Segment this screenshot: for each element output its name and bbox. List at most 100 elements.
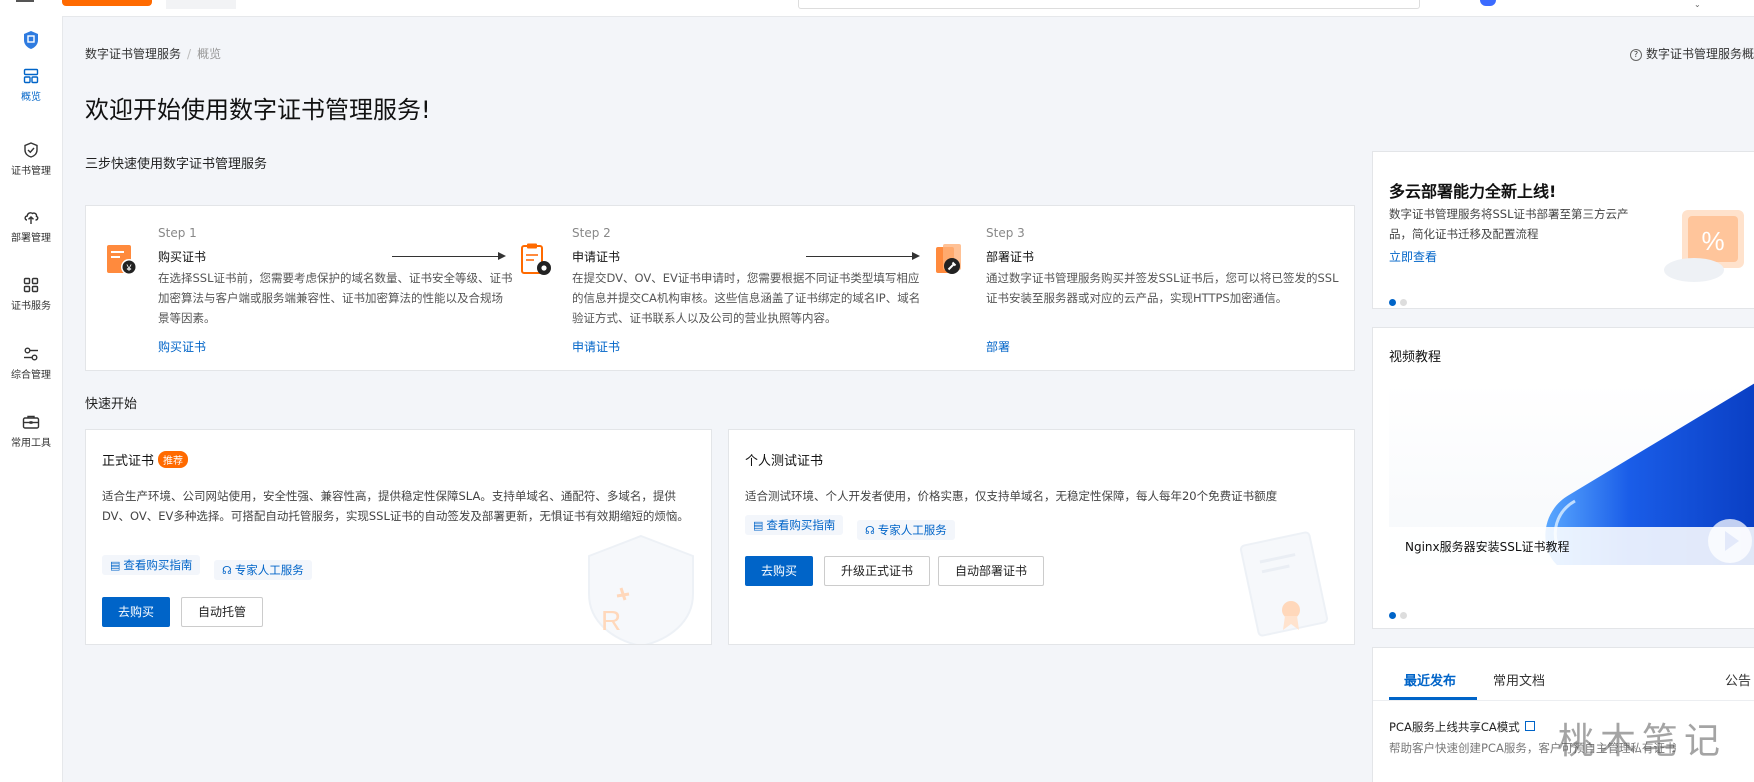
- certificate-illustration-icon: [1239, 531, 1329, 637]
- breadcrumb-root[interactable]: 数字证书管理服务: [85, 47, 181, 61]
- steps-card: ¥ Step 1 购买证书 在选择SSL证书前，您需要考虑保护的域名数量、证书安…: [85, 205, 1355, 371]
- carousel-dot[interactable]: [1389, 612, 1396, 619]
- breadcrumb-current: 概览: [197, 47, 222, 61]
- view-now-link[interactable]: 立即查看: [1389, 248, 1437, 265]
- svg-text:¥: ¥: [125, 263, 132, 273]
- test-buy-button[interactable]: 去购买: [745, 556, 814, 586]
- shield-illustration-icon: R: [588, 534, 694, 644]
- discount-illustration-icon: %: [1664, 210, 1744, 282]
- purchase-guide-link[interactable]: ▤ 查看购买指南: [102, 555, 201, 575]
- deploy-certificate-icon: [936, 244, 961, 274]
- expert-service-link[interactable]: ☊ 专家人工服务: [857, 520, 955, 540]
- purchase-guide-link[interactable]: ▤ 查看购买指南: [745, 515, 844, 535]
- test-certificate-description: 适合测试环境、个人开发者使用，价格实惠，仅支持单域名，无稳定性保障，每人每年20…: [745, 489, 1278, 503]
- chevron-down-icon[interactable]: ⌄: [1694, 0, 1701, 9]
- promo-title: 多云部署能力全新上线!: [1389, 182, 1557, 201]
- step-1: ¥ Step 1 购买证书 在选择SSL证书前，您需要考虑保护的域名数量、证书安…: [86, 206, 513, 372]
- promo-description: 数字证书管理服务将SSL证书部署至第三方云产品，简化证书迁移及配置流程: [1389, 207, 1629, 241]
- sidebar-item-cert-services[interactable]: 证书服务: [0, 277, 62, 312]
- sidebar-item-label: 概览: [21, 92, 41, 103]
- sidebar-item-overview[interactable]: 概览: [0, 68, 62, 103]
- tab-announcements[interactable]: 公告: [1725, 670, 1751, 689]
- buy-certificate-link[interactable]: 购买证书: [158, 338, 206, 355]
- step-title: 部署证书: [986, 250, 1035, 264]
- top-bar: ⌄: [0, 0, 1754, 17]
- test-certificate-card: 个人测试证书 适合测试环境、个人开发者使用，价格实惠，仅支持单域名，无稳定性保障…: [728, 429, 1355, 645]
- step-3: Step 3 部署证书 通过数字证书管理服务购买并签发SSL证书后，您可以将已签…: [914, 206, 1339, 372]
- promo-carousel-dots: [1389, 291, 1411, 308]
- logo[interactable]: [62, 0, 152, 6]
- toolbox-icon: [22, 415, 40, 429]
- product-logo[interactable]: [0, 30, 62, 50]
- svg-text:%: %: [1701, 226, 1724, 256]
- news-item[interactable]: PCA服务上线共享CA模式: [1389, 719, 1535, 735]
- breadcrumb: 数字证书管理服务 / 概览: [85, 47, 222, 61]
- step-description: 在选择SSL证书前，您需要考虑保护的域名数量、证书安全等级、证书加密算法与客户端…: [158, 271, 513, 325]
- carousel-dot[interactable]: [1400, 299, 1407, 306]
- promo-card: % 多云部署能力全新上线! 数字证书管理服务将SSL证书部署至第三方云产品，简化…: [1372, 151, 1754, 309]
- tab-recent[interactable]: 最近发布: [1404, 670, 1456, 689]
- step-number: Step 2: [572, 226, 611, 240]
- help-doc-link[interactable]: ? 数字证书管理服务概: [1629, 45, 1754, 62]
- video-thumbnail[interactable]: Nginx服务器安装SSL证书教程: [1389, 383, 1754, 565]
- cloud-upload-icon: [24, 212, 39, 224]
- overview-icon: [23, 68, 39, 84]
- apply-certificate-link[interactable]: 申请证书: [572, 338, 620, 355]
- test-certificate-title: 个人测试证书: [745, 454, 824, 469]
- sidebar-item-deploy-management[interactable]: 部署管理: [0, 209, 62, 244]
- steps-section-title: 三步快速使用数字证书管理服务: [85, 157, 268, 172]
- sidebar-item-integrated-management[interactable]: 综合管理: [0, 346, 62, 381]
- step-number: Step 3: [986, 226, 1025, 240]
- step-arrow-2: [806, 252, 920, 260]
- formal-certificate-card: R 正式证书 推荐 适合生产环境、公司网站使用，安全性强、兼容性高，提供稳定性保障…: [85, 429, 712, 645]
- sidebar-item-label: 证书管理: [11, 166, 51, 177]
- svg-text:R: R: [601, 605, 621, 636]
- question-icon: ?: [1629, 49, 1642, 61]
- carousel-dot[interactable]: [1389, 299, 1396, 306]
- apply-certificate-icon: [521, 243, 551, 275]
- active-tab-underline: [1389, 697, 1477, 700]
- shield-check-icon: [24, 142, 38, 158]
- upgrade-formal-button[interactable]: 升级正式证书: [824, 556, 931, 586]
- video-section-title: 视频教程: [1389, 350, 1442, 365]
- avatar[interactable]: [1480, 0, 1496, 6]
- step-2: Step 2 申请证书 在提交DV、OV、EV证书申请时，您需要根据不同证书类型…: [500, 206, 920, 372]
- deploy-link[interactable]: 部署: [986, 338, 1010, 355]
- step-title: 申请证书: [572, 250, 621, 264]
- video-tutorial-card: 视频教程 Nginx服务器安装SSL证书教程: [1372, 327, 1754, 629]
- page-title: 欢迎开始使用数字证书管理服务!: [85, 96, 431, 124]
- sidebar-item-cert-management[interactable]: 证书管理: [0, 142, 62, 177]
- step-arrow-1: [392, 252, 506, 260]
- auto-deploy-button[interactable]: 自动部署证书: [938, 556, 1045, 586]
- formal-certificate-description: 适合生产环境、公司网站使用，安全性强、兼容性高，提供稳定性保障SLA。支持单域名…: [102, 489, 689, 523]
- sidebar-item-label: 综合管理: [11, 370, 51, 381]
- document-icon: ▤: [753, 519, 764, 532]
- workbench-tab[interactable]: [166, 0, 236, 9]
- sidebar-item-common-tools[interactable]: 常用工具: [0, 414, 62, 449]
- news-item-cutoff[interactable]: [1389, 772, 1393, 782]
- watermark: 桃木笔记: [1558, 721, 1727, 762]
- sidebar-item-label: 证书服务: [11, 301, 51, 312]
- grid-icon: [23, 277, 39, 293]
- expert-service-link[interactable]: ☊ 专家人工服务: [214, 560, 312, 580]
- auto-hosting-button[interactable]: 自动托管: [181, 597, 264, 627]
- search-input[interactable]: [798, 0, 1420, 9]
- video-carousel-dots: [1389, 604, 1411, 623]
- headset-icon: ☊: [865, 524, 875, 537]
- sliders-icon: [24, 347, 38, 361]
- buy-certificate-icon: ¥: [107, 245, 137, 275]
- formal-buy-button[interactable]: 去购买: [102, 597, 171, 627]
- menu-icon[interactable]: [16, 0, 34, 5]
- quick-start-title: 快速开始: [85, 397, 138, 412]
- document-icon: ▤: [110, 559, 121, 572]
- tab-common-docs[interactable]: 常用文档: [1493, 670, 1545, 689]
- recommend-badge: 推荐: [158, 451, 189, 468]
- video-caption-bar: Nginx服务器安装SSL证书教程: [1389, 527, 1754, 565]
- step-description: 通过数字证书管理服务购买并签发SSL证书后，您可以将已签发的SSL证书安装至服务…: [986, 271, 1339, 305]
- carousel-dot[interactable]: [1400, 612, 1407, 619]
- news-tabs: 最近发布 常用文档 公告: [1373, 648, 1754, 701]
- step-title: 购买证书: [158, 250, 207, 264]
- headset-icon: ☊: [222, 564, 232, 577]
- sidebar-item-label: 常用工具: [11, 438, 51, 449]
- sidebar-item-label: 部署管理: [11, 233, 51, 244]
